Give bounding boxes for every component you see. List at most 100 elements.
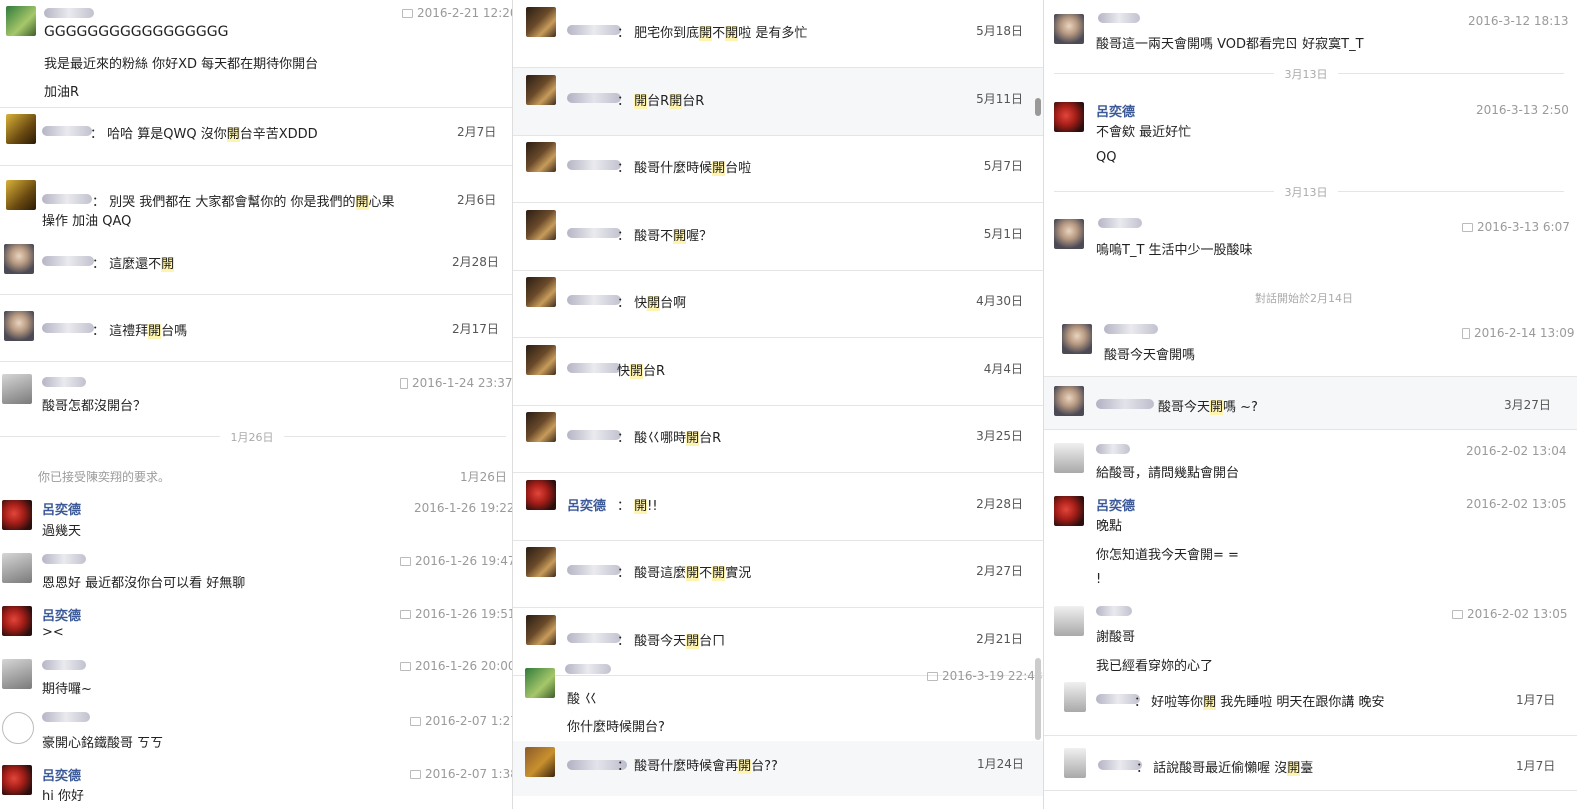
user-avatar[interactable] bbox=[1062, 324, 1092, 354]
message-date: 3月25日 bbox=[976, 429, 1023, 443]
redacted-name bbox=[565, 664, 611, 674]
scrollbar-thumb[interactable] bbox=[1035, 98, 1041, 116]
message-text: 酸哥這一兩天會開嗎 VOD都看完ㄖ 好寂寞T_T bbox=[1096, 37, 1364, 52]
conversation-list-item[interactable]: ： 別哭 我們都在 大家都會幫你的 你是我們的開心果 操作 加油 QAQ 2月6… bbox=[0, 170, 512, 230]
conversation-list-item[interactable]: ： 酸哥這麼開不開實況 2月27日 bbox=[513, 540, 1043, 608]
redacted-name bbox=[42, 712, 90, 722]
message-icon bbox=[1462, 223, 1473, 232]
redacted-name bbox=[567, 565, 621, 575]
divider bbox=[0, 436, 220, 437]
user-avatar bbox=[526, 344, 556, 375]
user-avatar[interactable] bbox=[2, 606, 32, 636]
user-avatar[interactable] bbox=[2, 765, 32, 795]
message-text: 我是最近來的粉絲 你好XD 每天都在期待你開台 bbox=[44, 57, 319, 72]
user-avatar bbox=[6, 180, 36, 210]
conversation-list-item[interactable]: ： 話說酸哥最近偷懶喔 沒開臺 1月7日 bbox=[1044, 740, 1577, 790]
conversation-list-item[interactable]: ： 開台R開台R 5月11日 bbox=[513, 67, 1043, 136]
conversation-list-item[interactable]: 酸哥今天開嗎 ~? 3月27日 bbox=[1044, 376, 1577, 430]
message-text: 酸哥怎都沒開台？ bbox=[42, 399, 147, 414]
conversation-list-item[interactable]: ： 快開台啊 4月30日 bbox=[513, 270, 1043, 338]
message-preview: ： 酸哥什麼時候開台啦 bbox=[617, 161, 752, 176]
user-avatar[interactable] bbox=[1054, 606, 1084, 636]
conversation-list-item[interactable]: 快開台R 4月4日 bbox=[513, 338, 1043, 406]
message-date: 2月6日 bbox=[457, 193, 497, 207]
message-preview: ： 好啦等你開 我先睡啦 明天在跟你講 晚安 bbox=[1134, 695, 1385, 710]
user-avatar[interactable] bbox=[2, 374, 32, 404]
redacted-name bbox=[567, 362, 621, 373]
redacted-name bbox=[1096, 399, 1154, 409]
conversation-list-item[interactable]: 呂奕德 ： 開!! 2月28日 bbox=[513, 473, 1043, 541]
message-timestamp: 2016-2-02 13:05 bbox=[1466, 497, 1567, 511]
user-avatar[interactable] bbox=[2, 553, 32, 583]
user-avatar[interactable] bbox=[1054, 496, 1084, 526]
message-preview: ： 開!! bbox=[617, 498, 658, 514]
message-text: 你怎知道我今天會開= = bbox=[1096, 548, 1239, 563]
user-avatar bbox=[525, 747, 555, 777]
message-timestamp: 2016-3-13 2:50 bbox=[1476, 103, 1569, 117]
conversation-list-item[interactable]: ： 酸哥不開喔？ 5月1日 bbox=[513, 203, 1043, 271]
sender-name[interactable]: 呂奕德 bbox=[42, 605, 81, 624]
user-avatar bbox=[1064, 682, 1086, 712]
conversation-list-item[interactable]: ： 酸哥什麼時候會再開台?? 1月24日 bbox=[513, 741, 1043, 796]
user-avatar[interactable] bbox=[1054, 219, 1084, 249]
user-avatar bbox=[4, 244, 34, 274]
redacted-name bbox=[42, 323, 94, 333]
user-avatar bbox=[526, 209, 556, 240]
user-avatar[interactable] bbox=[525, 668, 555, 698]
user-avatar[interactable] bbox=[1054, 14, 1084, 44]
user-avatar bbox=[1054, 386, 1084, 416]
message-preview: ： 肥宅你到底開不開啦 是有多忙 bbox=[617, 26, 808, 41]
conversation-panel-1: 2016-2-21 12:20 GGGGGGGGGGGGGGGGG 我是最近來的… bbox=[0, 0, 512, 809]
redacted-name bbox=[1098, 218, 1142, 228]
conversation-list-item[interactable]: ： 哈哈 算是QWQ 沒你開台辛苦XDDD 2月7日 bbox=[0, 108, 512, 165]
message-text: 你什麼時候開台? bbox=[567, 720, 665, 735]
message-preview: ： 別哭 我們都在 大家都會幫你的 你是我們的開心果 bbox=[92, 195, 395, 210]
message-text: 嗚嗚T_T 生活中少一股酸味 bbox=[1096, 243, 1253, 258]
sender-name[interactable]: 呂奕德 bbox=[42, 499, 81, 518]
message-timestamp: 2016-3-13 6:07 bbox=[1462, 220, 1570, 234]
date-separator: 1月26日 bbox=[230, 431, 274, 444]
divider bbox=[1338, 191, 1564, 192]
message-text: 豪開心銘鐵酸哥 ㄎㄎ bbox=[42, 736, 164, 751]
message-text: 謝酸哥 bbox=[1096, 630, 1136, 645]
message-text: 給酸哥，請問幾點會開台 bbox=[1096, 466, 1240, 481]
conversation-list-item[interactable]: ： 好啦等你開 我先睡啦 明天在跟你講 晚安 1月7日 bbox=[1044, 676, 1577, 724]
message-icon bbox=[410, 770, 421, 779]
user-avatar[interactable] bbox=[2, 500, 32, 530]
date-separator: 3月13日 bbox=[1284, 68, 1328, 81]
divider bbox=[1044, 735, 1577, 736]
message-date: 2月17日 bbox=[452, 322, 499, 336]
scrollbar-track[interactable] bbox=[1035, 658, 1041, 740]
message-timestamp: 2016-3-12 18:13 bbox=[1468, 14, 1569, 28]
message-icon bbox=[402, 9, 413, 18]
conversation-list-item[interactable]: ： 肥宅你到底開不開啦 是有多忙 5月18日 bbox=[513, 0, 1043, 68]
divider bbox=[284, 436, 506, 437]
sender-name[interactable]: 呂奕德 bbox=[1096, 495, 1135, 514]
redacted-name bbox=[42, 554, 86, 564]
divider bbox=[1054, 191, 1274, 192]
sender-name[interactable]: 呂奕德 bbox=[42, 765, 81, 784]
message-date: 5月18日 bbox=[976, 24, 1023, 38]
user-avatar[interactable] bbox=[1054, 443, 1084, 473]
message-date: 5月7日 bbox=[983, 159, 1023, 173]
user-avatar bbox=[526, 479, 556, 510]
user-avatar[interactable] bbox=[1054, 102, 1084, 132]
conversation-panel-3: 2016-3-12 18:13 酸哥這一兩天會開嗎 VOD都看完ㄖ 好寂寞T_T… bbox=[1043, 0, 1577, 809]
user-avatar bbox=[526, 7, 556, 37]
message-timestamp: 2016-2-07 1:38 bbox=[410, 767, 512, 781]
user-avatar bbox=[526, 74, 556, 105]
conversation-list-item[interactable]: ： 這麼還不開 2月28日 bbox=[0, 240, 512, 294]
user-avatar[interactable] bbox=[2, 659, 32, 689]
conversation-list-item[interactable]: ： 這禮拜開台嗎 2月17日 bbox=[0, 305, 512, 359]
conversation-list-item[interactable]: ： 酸巜哪時開台R 3月25日 bbox=[513, 405, 1043, 473]
user-avatar[interactable] bbox=[6, 6, 36, 36]
user-avatar bbox=[526, 277, 556, 307]
sender-name[interactable]: 呂奕德 bbox=[567, 495, 606, 514]
message-timestamp: 2016-2-02 13:05 bbox=[1452, 607, 1568, 621]
message-timestamp: 2016-2-07 1:27 bbox=[410, 714, 512, 728]
user-avatar bbox=[526, 614, 556, 645]
sender-name[interactable]: 呂奕德 bbox=[1096, 101, 1135, 120]
message-preview: ： 酸哥什麼時候會再開台?? bbox=[617, 759, 778, 774]
user-avatar[interactable] bbox=[2, 712, 34, 744]
conversation-list-item[interactable]: ： 酸哥什麼時候開台啦 5月7日 bbox=[513, 135, 1043, 203]
